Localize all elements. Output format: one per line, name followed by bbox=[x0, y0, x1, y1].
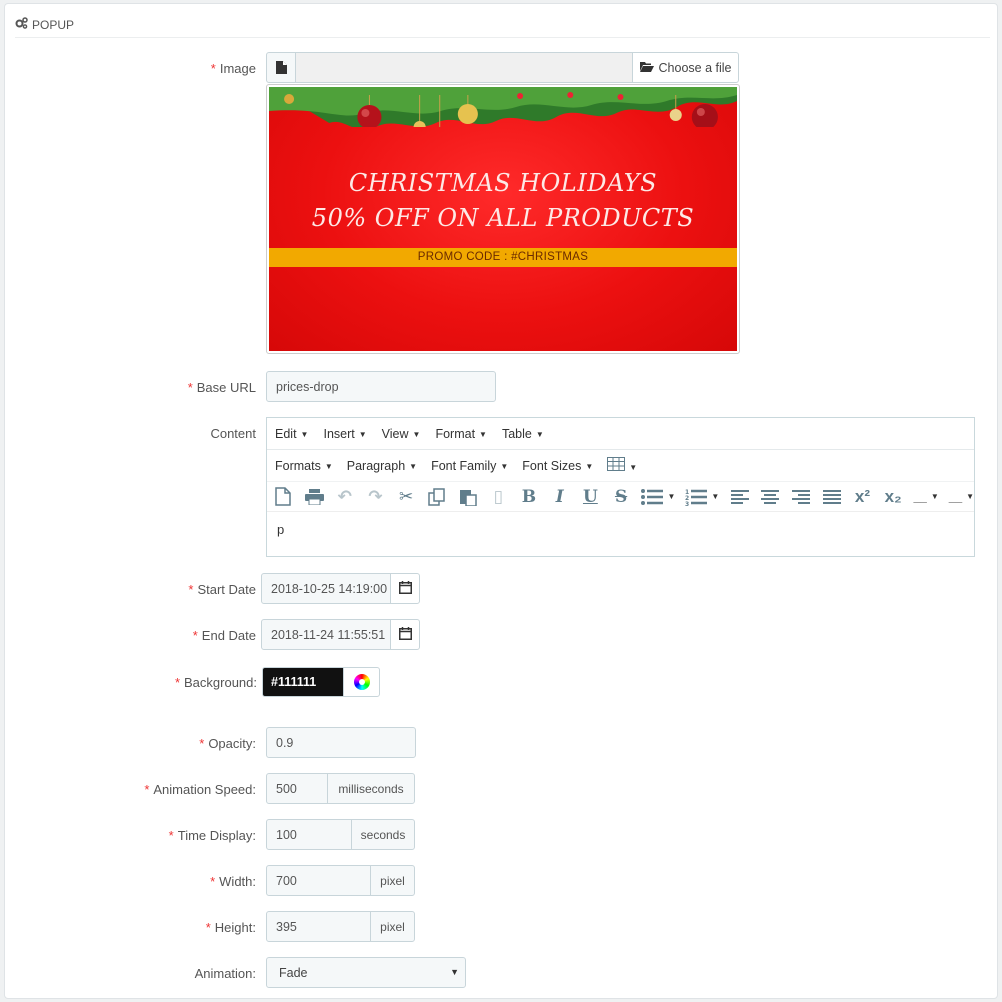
text-color-icon[interactable]: __ ▼ bbox=[914, 486, 939, 508]
menu-format[interactable]: Format ▼ bbox=[435, 427, 487, 441]
redo-icon[interactable]: ↷ bbox=[365, 486, 386, 508]
time-display-input[interactable]: 100 bbox=[266, 819, 352, 850]
italic-icon[interactable]: I bbox=[549, 486, 570, 508]
table-grid-button[interactable]: ▼ bbox=[607, 457, 637, 474]
color-picker-button[interactable] bbox=[343, 667, 380, 697]
image-preview: CHRISTMAS HOLIDAYS 50% OFF ON ALL PRODUC… bbox=[266, 84, 740, 354]
subscript-icon[interactable]: x₂ bbox=[883, 486, 904, 508]
color-wheel-icon bbox=[353, 674, 370, 690]
time-display-label: * Time Display: bbox=[168, 828, 256, 843]
undo-icon[interactable]: ↶ bbox=[334, 486, 355, 508]
chevron-down-icon: ▼ bbox=[450, 967, 459, 977]
base-url-input[interactable]: prices-drop bbox=[266, 371, 496, 402]
start-date-label: * Start Date bbox=[188, 582, 256, 597]
background-color-icon[interactable]: __ ▼ bbox=[949, 486, 974, 508]
promo-banner-image: CHRISTMAS HOLIDAYS 50% OFF ON ALL PRODUC… bbox=[269, 87, 737, 351]
gears-icon bbox=[15, 17, 28, 32]
bullet-list-icon[interactable]: ▼ bbox=[641, 486, 675, 508]
panel-header: POPUP bbox=[15, 12, 990, 38]
background-color-input[interactable]: #111111 bbox=[262, 667, 344, 697]
calendar-icon bbox=[398, 626, 412, 643]
paste-icon[interactable] bbox=[457, 486, 478, 508]
align-center-icon[interactable] bbox=[760, 486, 781, 508]
height-unit: pixel bbox=[370, 911, 415, 942]
end-date-input[interactable]: 2018-11-24 11:55:51 bbox=[261, 619, 391, 650]
start-date-input[interactable]: 2018-10-25 14:19:00 bbox=[261, 573, 391, 604]
opacity-input[interactable]: 0.9 bbox=[266, 727, 416, 758]
choose-file-button[interactable]: Choose a file bbox=[632, 52, 739, 83]
svg-text:3: 3 bbox=[685, 501, 689, 506]
editor-content-area[interactable]: p bbox=[267, 512, 974, 547]
animation-speed-label: * Animation Speed: bbox=[144, 782, 256, 797]
animation-speed-input[interactable]: 500 bbox=[266, 773, 328, 804]
base-url-label: * Base URL bbox=[187, 380, 256, 395]
time-display-unit: seconds bbox=[351, 819, 415, 850]
banner-subheadline: 50% OFF ON ALL PRODUCTS bbox=[311, 204, 695, 232]
file-icon bbox=[266, 52, 296, 83]
align-justify-icon[interactable] bbox=[821, 486, 842, 508]
menu-view[interactable]: View ▼ bbox=[382, 427, 421, 441]
end-date-label: * End Date bbox=[192, 628, 256, 643]
content-label: Content bbox=[210, 426, 256, 441]
underline-icon[interactable]: U bbox=[580, 486, 601, 508]
image-label: * Image bbox=[210, 61, 256, 76]
animation-speed-unit: milliseconds bbox=[327, 773, 415, 804]
opacity-label: * Opacity: bbox=[199, 736, 256, 751]
editor-menubar: Edit ▼ Insert ▼ View ▼ Format ▼ Table ▼ bbox=[267, 418, 974, 450]
font-sizes-dropdown[interactable]: Font Sizes ▼ bbox=[522, 459, 593, 473]
image-filename-input[interactable] bbox=[295, 52, 633, 83]
width-input[interactable]: 700 bbox=[266, 865, 371, 896]
formats-dropdown[interactable]: Formats ▼ bbox=[275, 459, 333, 473]
start-date-calendar-button[interactable] bbox=[390, 573, 420, 604]
print-icon[interactable] bbox=[304, 486, 325, 508]
height-input[interactable]: 395 bbox=[266, 911, 371, 942]
christmas-garland-icon bbox=[269, 87, 737, 127]
content-editor[interactable]: Edit ▼ Insert ▼ View ▼ Format ▼ Table ▼ Forma… bbox=[266, 417, 975, 557]
superscript-icon[interactable]: x² bbox=[852, 486, 873, 508]
banner-headline: CHRISTMAS HOLIDAYS bbox=[348, 169, 658, 197]
animation-select[interactable]: Fade ▼ bbox=[266, 957, 466, 988]
align-right-icon[interactable] bbox=[791, 486, 812, 508]
paragraph-dropdown[interactable]: Paragraph ▼ bbox=[347, 459, 417, 473]
panel-title: POPUP bbox=[32, 17, 75, 32]
banner-promo-code: PROMO CODE : #CHRISTMAS bbox=[269, 248, 737, 267]
end-date-calendar-button[interactable] bbox=[390, 619, 420, 650]
copy-icon[interactable] bbox=[427, 486, 448, 508]
folder-open-icon bbox=[639, 61, 654, 75]
table-grid-icon bbox=[607, 457, 626, 474]
bold-icon[interactable]: B bbox=[519, 486, 540, 508]
align-left-icon[interactable] bbox=[729, 486, 750, 508]
strikethrough-icon[interactable]: S bbox=[611, 486, 632, 508]
menu-table[interactable]: Table ▼ bbox=[502, 427, 544, 441]
paste-text-icon[interactable]: ▯ bbox=[488, 486, 509, 508]
new-document-icon[interactable] bbox=[273, 486, 294, 508]
editor-toolbar-buttons: ↶ ↷ ✂ ▯ B I U S ▼ 1 2 3 ▼ x² x₂ __ ▼ __ ▼ bbox=[267, 482, 974, 511]
animation-label: Animation: bbox=[194, 966, 256, 981]
width-unit: pixel bbox=[370, 865, 415, 896]
menu-edit[interactable]: Edit ▼ bbox=[275, 427, 308, 441]
background-label: * Background: bbox=[174, 675, 257, 690]
height-label: * Height: bbox=[205, 920, 256, 935]
menu-insert[interactable]: Insert ▼ bbox=[323, 427, 366, 441]
font-family-dropdown[interactable]: Font Family ▼ bbox=[431, 459, 508, 473]
numbered-list-icon[interactable]: 1 2 3 ▼ bbox=[685, 486, 719, 508]
editor-toolbar-dropdowns: Formats ▼ Paragraph ▼ Font Family ▼ Font Si… bbox=[267, 450, 974, 482]
width-label: * Width: bbox=[210, 874, 256, 889]
calendar-icon bbox=[398, 580, 412, 597]
cut-icon[interactable]: ✂ bbox=[396, 486, 417, 508]
